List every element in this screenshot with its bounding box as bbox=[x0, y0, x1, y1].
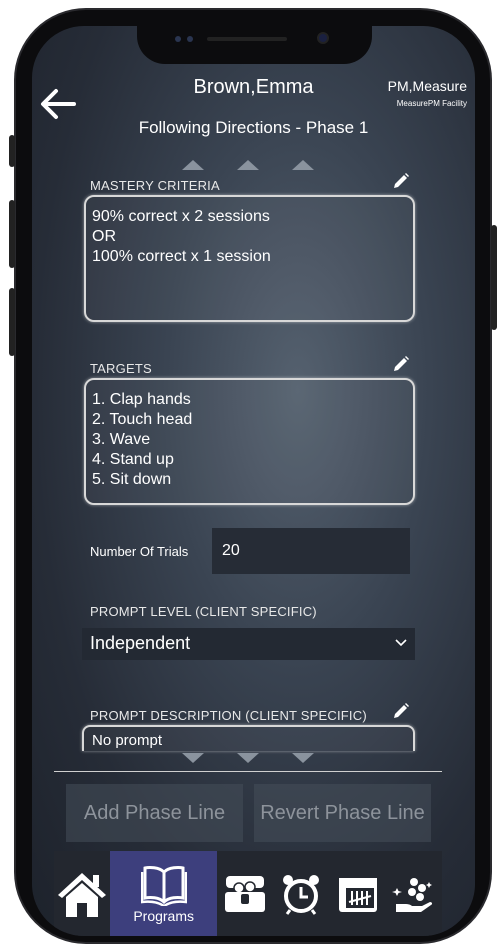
mastery-line: OR bbox=[92, 228, 116, 245]
nav-tally[interactable] bbox=[330, 851, 386, 936]
chevron-down-icon bbox=[395, 639, 407, 647]
notch bbox=[137, 26, 372, 64]
power-button bbox=[491, 225, 497, 330]
targets-label: TARGETS bbox=[90, 361, 152, 376]
mastery-line: 100% correct x 1 session bbox=[92, 248, 271, 265]
scroll-up-icon[interactable] bbox=[292, 160, 314, 170]
targets-box[interactable]: 1. Clap hands 2. Touch head 3. Wave 4. S… bbox=[84, 378, 415, 505]
scroll-down-icon[interactable] bbox=[182, 753, 204, 763]
bottom-nav: Programs bbox=[54, 851, 442, 936]
nav-reinforcers[interactable] bbox=[386, 851, 442, 936]
alarm-clock-icon bbox=[283, 874, 320, 915]
target-item: 2. Touch head bbox=[92, 411, 193, 428]
facility-name: MeasurePM Facility bbox=[396, 99, 467, 108]
scroll-up-icon[interactable] bbox=[182, 160, 204, 170]
revert-phase-line-button[interactable]: Revert Phase Line bbox=[254, 784, 431, 842]
edit-pencil-icon[interactable] bbox=[392, 172, 410, 190]
target-item: 4. Stand up bbox=[92, 451, 174, 468]
target-item: 3. Wave bbox=[92, 431, 151, 448]
nav-timer[interactable] bbox=[273, 851, 329, 936]
nav-home[interactable] bbox=[54, 851, 110, 936]
scroll-down-icon[interactable] bbox=[292, 753, 314, 763]
mastery-criteria-box[interactable]: 90% correct x 2 sessions OR 100% correct… bbox=[84, 195, 415, 322]
divider bbox=[54, 771, 442, 772]
treasure-chest-icon bbox=[225, 875, 266, 912]
prompt-level-select[interactable]: Independent bbox=[82, 628, 415, 660]
nav-programs[interactable]: Programs bbox=[110, 851, 218, 936]
user-name: PM,Measure bbox=[387, 78, 467, 94]
edit-pencil-icon[interactable] bbox=[392, 355, 410, 373]
prompt-description-box[interactable]: No prompt bbox=[82, 725, 415, 751]
trials-input[interactable]: 20 bbox=[212, 528, 410, 574]
target-item: 5. Sit down bbox=[92, 471, 172, 488]
prompt-description-value: No prompt bbox=[92, 732, 163, 749]
program-title: Following Directions - Phase 1 bbox=[138, 118, 369, 137]
volume-down bbox=[9, 288, 15, 356]
rewards-hand-icon bbox=[391, 877, 432, 912]
trials-label: Number Of Trials bbox=[90, 544, 189, 559]
scroll-down-icon[interactable] bbox=[237, 753, 259, 763]
prompt-level-label: PROMPT LEVEL (CLIENT SPECIFIC) bbox=[90, 604, 317, 619]
mastery-line: 90% correct x 2 sessions bbox=[92, 208, 270, 225]
scroll-up-icon[interactable] bbox=[237, 160, 259, 170]
nav-programs-label: Programs bbox=[133, 907, 194, 924]
prompt-description-label: PROMPT DESCRIPTION (CLIENT SPECIFIC) bbox=[90, 708, 367, 723]
home-icon bbox=[58, 872, 107, 917]
add-phase-line-button[interactable]: Add Phase Line bbox=[66, 784, 243, 842]
mastery-criteria-label: MASTERY CRITERIA bbox=[90, 178, 220, 193]
open-book-icon bbox=[140, 865, 187, 906]
nav-rewards-chest[interactable] bbox=[217, 851, 273, 936]
app-screen: Brown,Emma PM,Measure MeasurePM Facility… bbox=[32, 26, 475, 936]
edit-pencil-icon[interactable] bbox=[392, 702, 410, 720]
target-item: 1. Clap hands bbox=[92, 391, 191, 408]
volume-up bbox=[9, 200, 15, 268]
prompt-level-value: Independent bbox=[90, 633, 191, 653]
mute-switch bbox=[9, 135, 15, 167]
tally-calendar-icon bbox=[338, 877, 377, 912]
